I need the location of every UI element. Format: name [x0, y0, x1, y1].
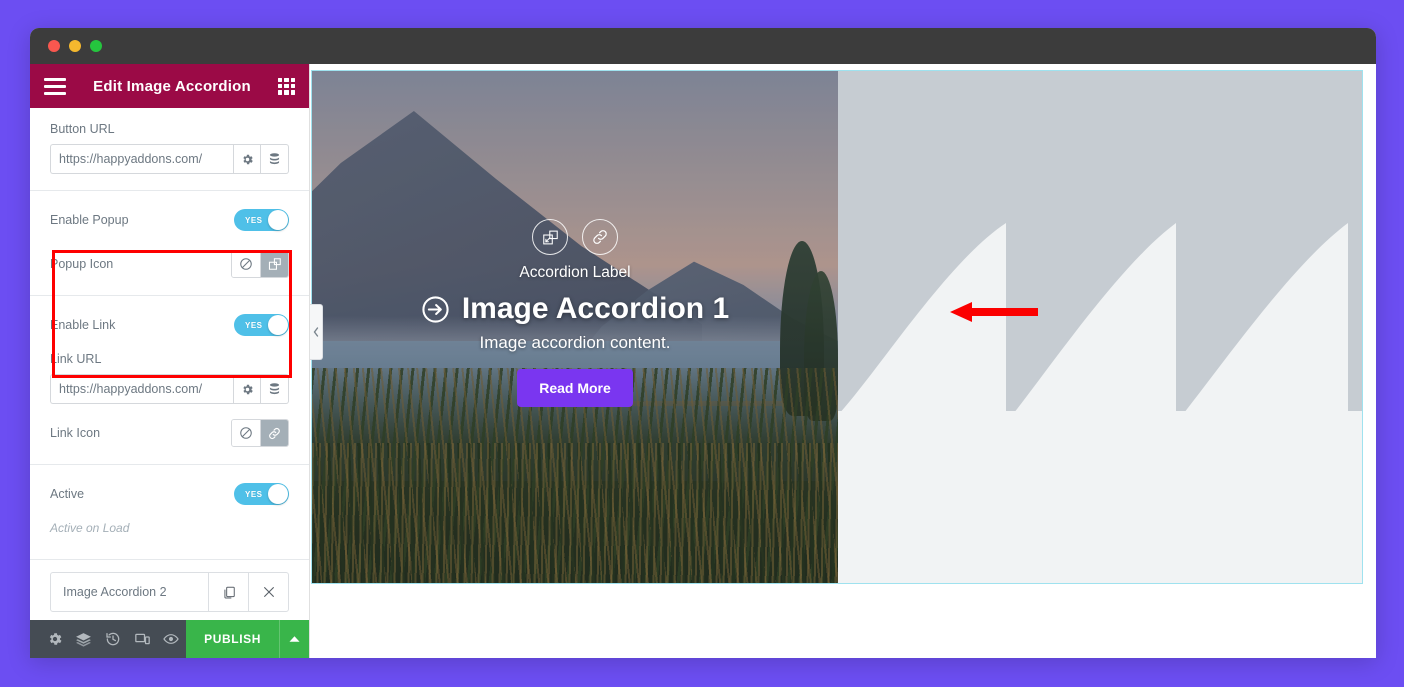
toggle-value: YES: [245, 215, 263, 225]
link-icon[interactable]: [582, 219, 618, 255]
button-url-group: [50, 144, 289, 174]
close-icon[interactable]: [248, 573, 288, 611]
toggle-knob: [268, 210, 288, 230]
accordion-panel-placeholder[interactable]: [838, 71, 1362, 583]
read-more-button[interactable]: Read More: [517, 369, 633, 407]
accordion-icon-row: [532, 219, 618, 255]
window-maximize-button[interactable]: [90, 40, 102, 52]
expand-icon[interactable]: [532, 219, 568, 255]
control-link-url: Link URL: [50, 352, 289, 404]
window-close-button[interactable]: [48, 40, 60, 52]
expand-icon[interactable]: [260, 251, 288, 277]
active-hint: Active on Load: [50, 521, 130, 535]
panel-controls[interactable]: Button URL Enable Popup: [30, 108, 309, 620]
link-icon-label: Link Icon: [50, 426, 101, 440]
accordion-title: Image Accordion 1: [421, 292, 729, 326]
control-popup-group: Enable Popup YES Popup Icon: [30, 191, 309, 296]
panel-header: Edit Image Accordion: [30, 64, 309, 108]
publish-group: PUBLISH: [186, 620, 309, 658]
toggle-knob: [268, 315, 288, 335]
enable-popup-toggle[interactable]: YES: [234, 209, 289, 231]
publish-button[interactable]: PUBLISH: [186, 620, 279, 658]
control-enable-popup: Enable Popup YES: [50, 205, 289, 235]
repeater-list: Image Accordion 2 Image Accordion 3: [30, 560, 309, 620]
gear-icon[interactable]: [40, 620, 69, 658]
active-row: Active YES: [50, 479, 289, 509]
window-minimize-button[interactable]: [69, 40, 81, 52]
toggle-value: YES: [245, 320, 263, 330]
active-label: Active: [50, 487, 85, 501]
panel-collapse-handle[interactable]: [310, 304, 323, 360]
link-url-label: Link URL: [50, 352, 102, 366]
layers-icon[interactable]: [69, 620, 98, 658]
control-enable-link: Enable Link YES: [50, 310, 289, 340]
grid-icon[interactable]: [277, 77, 295, 95]
none-icon[interactable]: [232, 251, 260, 277]
popup-icon-choices: [231, 250, 289, 278]
page-title: Edit Image Accordion: [93, 77, 251, 95]
window-titlebar: [30, 28, 1376, 64]
image-accordion-widget[interactable]: Accordion Label Image Accordion 1 Image …: [311, 70, 1363, 584]
enable-link-label: Enable Link: [50, 318, 116, 332]
database-icon[interactable]: [261, 374, 289, 404]
control-button-url: Button URL: [30, 108, 309, 191]
toggle-value: YES: [245, 489, 263, 499]
enable-link-toggle[interactable]: YES: [234, 314, 289, 336]
database-icon[interactable]: [261, 144, 289, 174]
control-popup-icon: Popup Icon: [50, 249, 289, 279]
list-item[interactable]: Image Accordion 2: [50, 572, 289, 612]
enable-popup-label: Enable Popup: [50, 213, 129, 227]
accordion-label: Accordion Label: [519, 264, 631, 281]
hamburger-icon[interactable]: [44, 77, 66, 95]
app-body: Edit Image Accordion Button URL https://…: [30, 64, 1376, 658]
elementor-panel: Edit Image Accordion Button URL https://…: [30, 64, 310, 658]
responsive-icon[interactable]: [128, 620, 157, 658]
link-icon-choices: [231, 419, 289, 447]
editor-canvas[interactable]: Accordion Label Image Accordion 1 Image …: [310, 64, 1376, 658]
link-url-group: [50, 374, 289, 404]
browser-window: Edit Image Accordion Button URL https://…: [30, 28, 1376, 658]
control-active: Active YES Active on Load: [30, 465, 309, 560]
accordion-title-text: Image Accordion 1: [461, 292, 730, 325]
history-icon[interactable]: [98, 620, 127, 658]
button-url-input[interactable]: [50, 144, 233, 174]
caret-up-icon[interactable]: [279, 620, 309, 658]
red-annotation-arrow: [950, 301, 1038, 323]
eye-icon[interactable]: [157, 620, 186, 658]
panel-footer: PUBLISH: [30, 620, 309, 658]
accordion-content: Accordion Label Image Accordion 1 Image …: [312, 219, 838, 407]
repeater-item-title[interactable]: Image Accordion 2: [51, 573, 208, 611]
placeholder-graphic: [838, 71, 1362, 583]
control-link-group: Enable Link YES Link URL https://happyad…: [30, 296, 309, 465]
control-link-icon: Link Icon: [50, 418, 289, 448]
copy-icon[interactable]: [208, 573, 248, 611]
none-icon[interactable]: [232, 420, 260, 446]
accordion-panel-active[interactable]: Accordion Label Image Accordion 1 Image …: [312, 71, 838, 583]
link-icon[interactable]: [260, 420, 288, 446]
toggle-knob: [268, 484, 288, 504]
arrow-right-circle-icon: [421, 295, 450, 324]
gear-icon[interactable]: [233, 374, 261, 404]
accordion-description: Image accordion content.: [479, 333, 671, 352]
button-url-label: Button URL: [50, 122, 115, 136]
gear-icon[interactable]: [233, 144, 261, 174]
active-toggle[interactable]: YES: [234, 483, 289, 505]
popup-icon-label: Popup Icon: [50, 257, 114, 271]
link-url-input[interactable]: [50, 374, 233, 404]
